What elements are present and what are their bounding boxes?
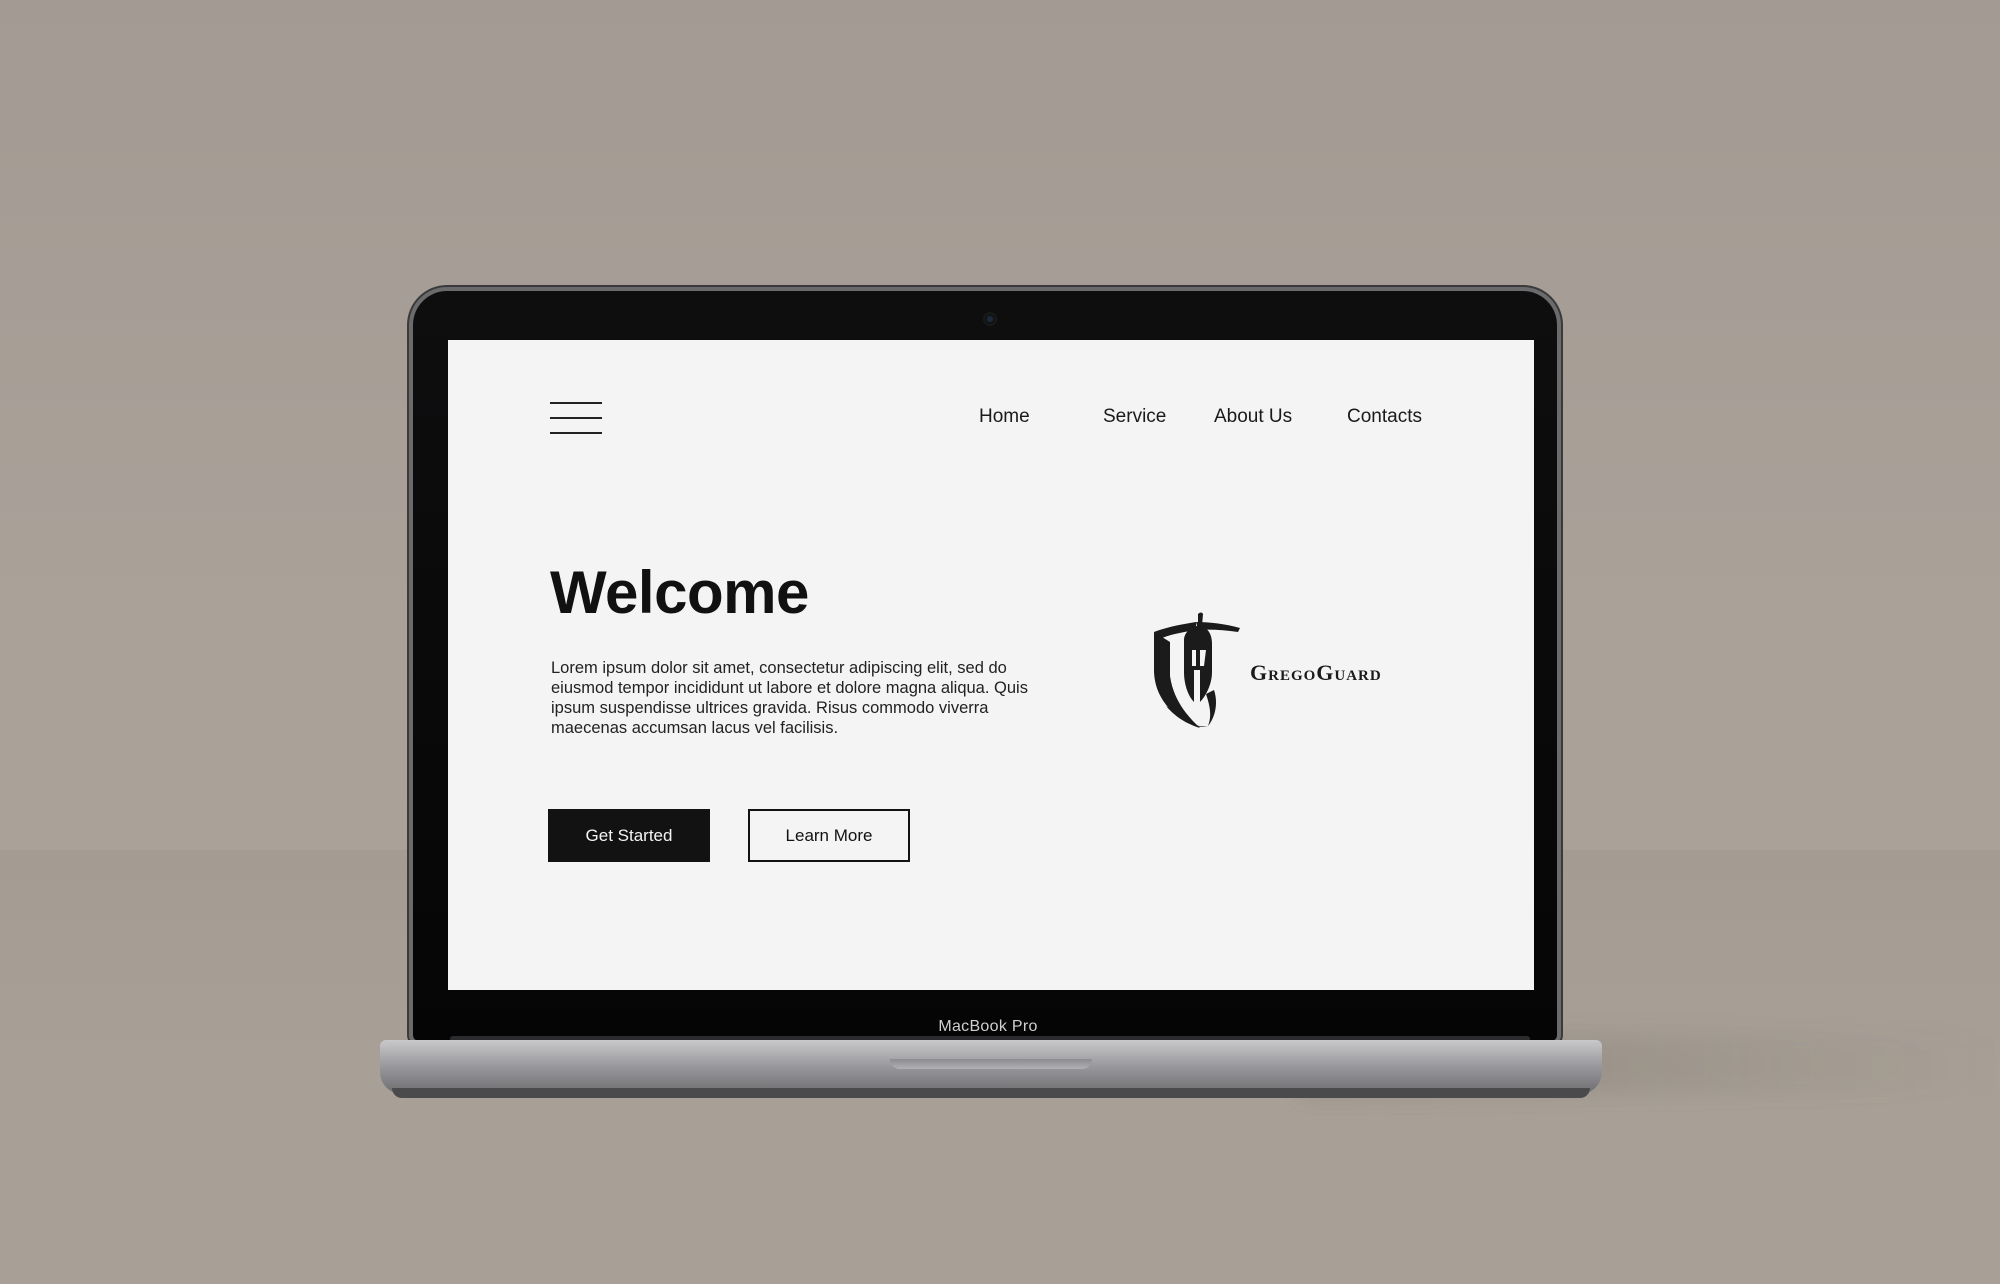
scene: Home Service About Us Contacts Welcome L… — [0, 0, 2000, 1284]
laptop-base-lip — [392, 1088, 1590, 1098]
get-started-button[interactable]: Get Started — [548, 809, 710, 862]
hero-title: Welcome — [550, 559, 809, 626]
brand-name: GregoGuard — [1250, 660, 1382, 685]
nav-link-home[interactable]: Home — [979, 406, 1030, 428]
nav-link-service[interactable]: Service — [1103, 406, 1166, 428]
main-nav: Home Service About Us Contacts — [448, 406, 1534, 436]
nav-link-about-us[interactable]: About Us — [1214, 406, 1292, 428]
webcam-icon — [985, 314, 995, 324]
nav-link-contacts[interactable]: Contacts — [1347, 406, 1422, 428]
laptop-screen: Home Service About Us Contacts Welcome L… — [448, 340, 1534, 990]
device-model-label: MacBook Pro — [938, 1018, 1038, 1035]
hero-description: Lorem ipsum dolor sit amet, consectetur … — [551, 659, 1028, 737]
brand-logo: GregoGuard — [1148, 610, 1448, 740]
learn-more-button[interactable]: Learn More — [748, 809, 910, 862]
laptop-notch — [890, 1059, 1092, 1069]
spartan-helmet-shield-icon — [1154, 612, 1240, 728]
